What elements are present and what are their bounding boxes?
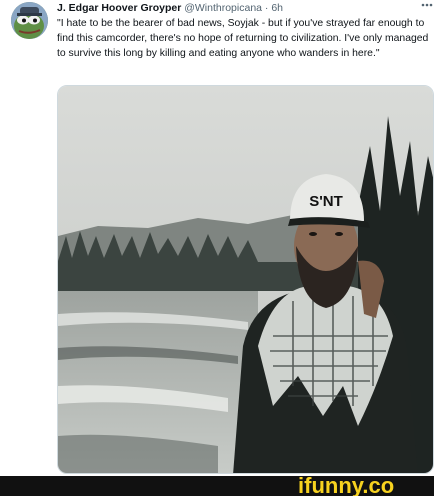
pepe-avatar-icon xyxy=(11,2,48,39)
author-name[interactable]: J. Edgar Hoover Groyper xyxy=(57,2,181,14)
tweet-timestamp[interactable]: 6h xyxy=(271,2,283,14)
tweet-header: J. Edgar Hoover Groyper @Winthropicana ·… xyxy=(57,1,407,15)
ifunny-watermark: ifunny.co xyxy=(298,473,434,496)
cap-text: S'NT xyxy=(309,193,343,210)
author-handle[interactable]: @Winthropicana xyxy=(184,2,262,14)
camcorder-photo: S'NT xyxy=(58,86,433,473)
more-options-icon[interactable] xyxy=(420,0,434,12)
header-separator: · xyxy=(264,2,269,14)
watermark-text: ifunny.co xyxy=(298,476,394,496)
author-avatar[interactable] xyxy=(11,2,48,39)
tweet-media-image[interactable]: S'NT xyxy=(57,85,434,474)
tweet-page: J. Edgar Hoover Groyper @Winthropicana ·… xyxy=(0,0,434,496)
tweet-text: "I hate to be the bearer of bad news, So… xyxy=(57,18,429,60)
